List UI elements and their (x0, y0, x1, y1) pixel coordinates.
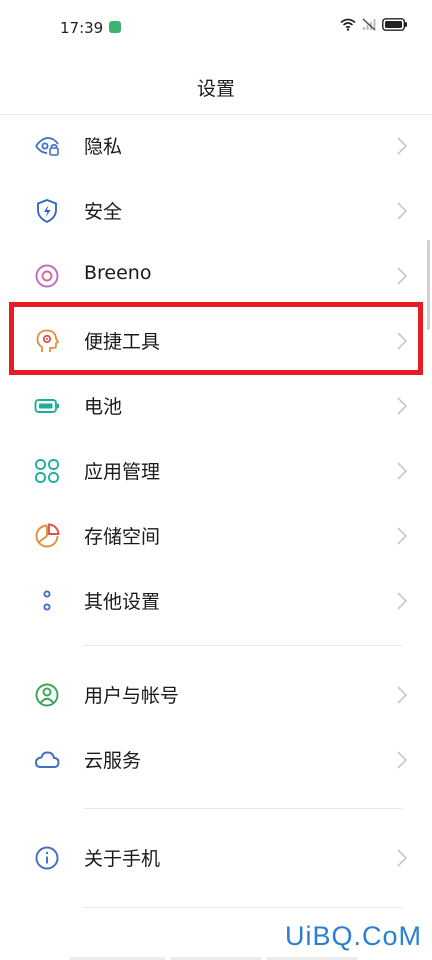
chevron-right-icon (397, 751, 408, 769)
settings-item-security[interactable]: 安全 (0, 179, 432, 243)
title-bar: 设置 (0, 58, 432, 115)
settings-item-label: Breeno (84, 262, 152, 284)
cloud-icon (35, 751, 60, 768)
battery-icon (382, 18, 407, 31)
settings-item-label: 电池 (84, 396, 123, 418)
apps-grid-icon (35, 459, 59, 483)
settings-item-storage[interactable]: 存储空间 (0, 504, 432, 568)
pie-chart-icon (35, 523, 60, 548)
settings-item-other-settings[interactable]: 其他设置 (0, 569, 432, 633)
chevron-right-icon (397, 592, 408, 610)
section-divider (84, 808, 402, 809)
chevron-right-icon (397, 267, 408, 285)
chevron-right-icon (397, 137, 408, 155)
settings-item-battery[interactable]: 电池 (0, 374, 432, 438)
info-icon (35, 846, 59, 870)
chevron-right-icon (397, 202, 408, 220)
status-bar: 17:39 (0, 0, 432, 58)
settings-item-label: 其他设置 (84, 591, 161, 613)
settings-item-privacy[interactable]: 隐私 (0, 114, 432, 178)
no-signal-icon (362, 18, 376, 31)
settings-item-label: 安全 (84, 201, 123, 223)
battery-icon (34, 399, 59, 413)
section-divider (84, 645, 402, 646)
page-title: 设置 (196, 78, 235, 100)
chevron-right-icon (397, 849, 408, 867)
privacy-eye-lock-icon (35, 137, 59, 156)
bottom-tab-hint (0, 954, 432, 960)
section-divider (84, 907, 402, 908)
settings-item-label: 关于手机 (84, 848, 161, 870)
watermark: UiBQ.CoM (284, 921, 422, 951)
chevron-right-icon (397, 686, 408, 704)
settings-item-breeno[interactable]: Breeno (0, 244, 432, 308)
settings-item-label: 存储空间 (84, 526, 161, 548)
app-notification-icon (109, 21, 121, 33)
scrollbar[interactable] (427, 240, 430, 330)
highlight-box (9, 302, 423, 375)
shield-bolt-icon (37, 199, 57, 224)
settings-item-label: 云服务 (84, 750, 142, 772)
dots-icon (43, 590, 51, 611)
settings-item-label: 隐私 (84, 136, 123, 158)
chevron-right-icon (397, 527, 408, 545)
settings-item-label: 应用管理 (84, 461, 161, 483)
status-time: 17:39 (60, 19, 104, 37)
settings-item-app-management[interactable]: 应用管理 (0, 439, 432, 503)
status-icons (340, 18, 408, 31)
breeno-ring-icon (35, 264, 59, 288)
chevron-right-icon (397, 462, 408, 480)
settings-item-cloud-service[interactable]: 云服务 (0, 728, 432, 792)
wifi-icon (340, 18, 356, 31)
settings-item-label: 用户与帐号 (84, 685, 180, 707)
chevron-right-icon (397, 397, 408, 415)
settings-item-users-accounts[interactable]: 用户与帐号 (0, 663, 432, 727)
user-icon (35, 683, 59, 707)
settings-item-about-phone[interactable]: 关于手机 (0, 826, 432, 890)
